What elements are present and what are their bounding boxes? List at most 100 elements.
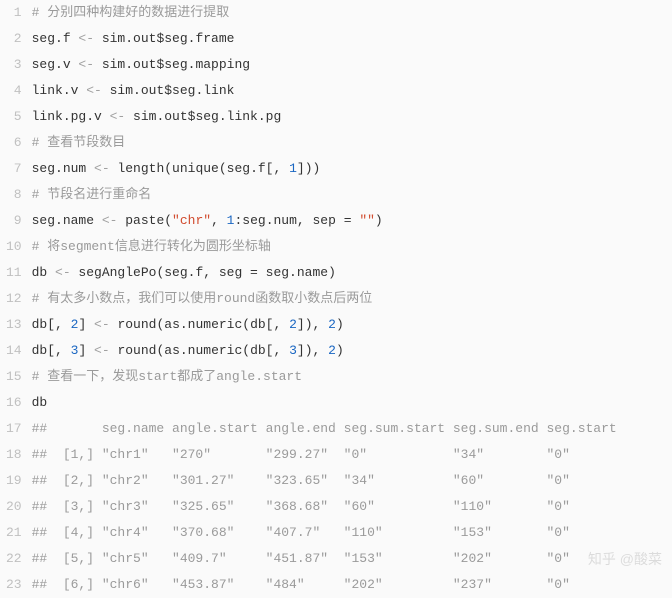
line-number: 5 [6,104,22,130]
code-line: ## [1,] "chr1" "270" "299.27" "0" "34" "… [32,442,664,468]
line-number: 3 [6,52,22,78]
code-token: <- [55,265,71,280]
code-line: ## [3,] "chr3" "325.65" "368.68" "60" "1… [32,494,664,520]
line-number: 21 [6,520,22,546]
code-token: <- [94,317,110,332]
code-line: db[, 2] <- round(as.numeric(db[, 2]), 2) [32,312,664,338]
code-token: length(unique(seg.f[, [110,161,289,176]
code-token: db [32,265,55,280]
line-number: 2 [6,26,22,52]
code-token: <- [94,161,110,176]
code-line: seg.name <- paste("chr", 1:seg.num, sep … [32,208,664,234]
code-token: 1 [289,161,297,176]
code-token: # 查看节段数目 [32,135,126,150]
code-token: round(as.numeric(db[, [110,317,289,332]
line-number: 22 [6,546,22,572]
code-token: ) [375,213,383,228]
code-line: seg.f <- sim.out$seg.frame [32,26,664,52]
line-number: 23 [6,572,22,598]
code-line: seg.v <- sim.out$seg.mapping [32,52,664,78]
code-token: seg.name [32,213,102,228]
code-token: # 查看一下，发现start都成了angle.start [32,369,302,384]
code-token: # 将segment信息进行转化为圆形坐标轴 [32,239,271,254]
line-number: 17 [6,416,22,442]
code-token: ]), [297,343,328,358]
line-number: 15 [6,364,22,390]
line-number: 13 [6,312,22,338]
code-token: # 有太多小数点，我们可以使用round函数取小数点后两位 [32,291,373,306]
code-token: 3 [289,343,297,358]
code-line: ## [4,] "chr4" "370.68" "407.7" "110" "1… [32,520,664,546]
code-token: ) [336,343,344,358]
code-token: <- [94,343,110,358]
code-token: ## [3,] "chr3" "325.65" "368.68" "60" "1… [32,499,570,514]
code-token: ## [6,] "chr6" "453.87" "484" "202" "237… [32,577,570,592]
line-number: 18 [6,442,22,468]
code-token: db [32,395,48,410]
code-token: ]), [297,317,328,332]
code-token: seg.v [32,57,79,72]
code-token: sim.out$seg.link.pg [125,109,281,124]
code-token: ## [1,] "chr1" "270" "299.27" "0" "34" "… [32,447,570,462]
line-number: 4 [6,78,22,104]
code-token: ## [2,] "chr2" "301.27" "323.65" "34" "6… [32,473,570,488]
code-token: ## seg.name angle.start angle.end seg.su… [32,421,617,436]
code-token: sim.out$seg.link [102,83,235,98]
code-token: , [211,213,227,228]
code-token: link.v [32,83,87,98]
code-token: ) [336,317,344,332]
code-line: ## [5,] "chr5" "409.7" "451.87" "153" "2… [32,546,664,572]
code-token: <- [78,57,94,72]
code-line: db <- segAnglePo(seg.f, seg = seg.name) [32,260,664,286]
code-token: <- [86,83,102,98]
code-token: :seg.num, sep = [234,213,359,228]
code-line: # 节段名进行重命名 [32,182,664,208]
line-number: 14 [6,338,22,364]
line-number: 16 [6,390,22,416]
code-line: ## [2,] "chr2" "301.27" "323.65" "34" "6… [32,468,664,494]
code-token: ] [78,317,94,332]
code-line: # 查看节段数目 [32,130,664,156]
code-token: # 分别四种构建好的数据进行提取 [32,5,230,20]
code-line: seg.num <- length(unique(seg.f[, 1])) [32,156,664,182]
code-token: link.pg.v [32,109,110,124]
code-token: sim.out$seg.frame [94,31,234,46]
code-line: db[, 3] <- round(as.numeric(db[, 3]), 2) [32,338,664,364]
code-block: 1234567891011121314151617181920212223 # … [0,0,672,598]
line-number-gutter: 1234567891011121314151617181920212223 [0,0,32,598]
code-token: ## [4,] "chr4" "370.68" "407.7" "110" "1… [32,525,570,540]
line-number: 19 [6,468,22,494]
line-number: 9 [6,208,22,234]
code-line: ## seg.name angle.start angle.end seg.su… [32,416,664,442]
code-token: <- [102,213,118,228]
code-line: # 分别四种构建好的数据进行提取 [32,0,664,26]
code-token: 2 [328,343,336,358]
code-line: # 查看一下，发现start都成了angle.start [32,364,664,390]
code-token: ])) [297,161,320,176]
line-number: 1 [6,0,22,26]
code-token: # 节段名进行重命名 [32,187,152,202]
code-line: link.v <- sim.out$seg.link [32,78,664,104]
line-number: 20 [6,494,22,520]
code-token: ## [5,] "chr5" "409.7" "451.87" "153" "2… [32,551,570,566]
code-line: # 有太多小数点，我们可以使用round函数取小数点后两位 [32,286,664,312]
line-number: 8 [6,182,22,208]
code-line: # 将segment信息进行转化为圆形坐标轴 [32,234,664,260]
code-token: "chr" [172,213,211,228]
line-number: 6 [6,130,22,156]
code-token: sim.out$seg.mapping [94,57,250,72]
code-token: db[, [32,343,71,358]
code-token: 2 [289,317,297,332]
code-token: paste( [117,213,172,228]
code-token: round(as.numeric(db[, [110,343,289,358]
code-token: <- [110,109,126,124]
code-token: seg.f [32,31,79,46]
code-token: ] [78,343,94,358]
line-number: 11 [6,260,22,286]
code-token: <- [78,31,94,46]
code-token: 2 [328,317,336,332]
code-token: db[, [32,317,71,332]
code-token: segAnglePo(seg.f, seg = seg.name) [71,265,336,280]
line-number: 12 [6,286,22,312]
code-line: db [32,390,664,416]
